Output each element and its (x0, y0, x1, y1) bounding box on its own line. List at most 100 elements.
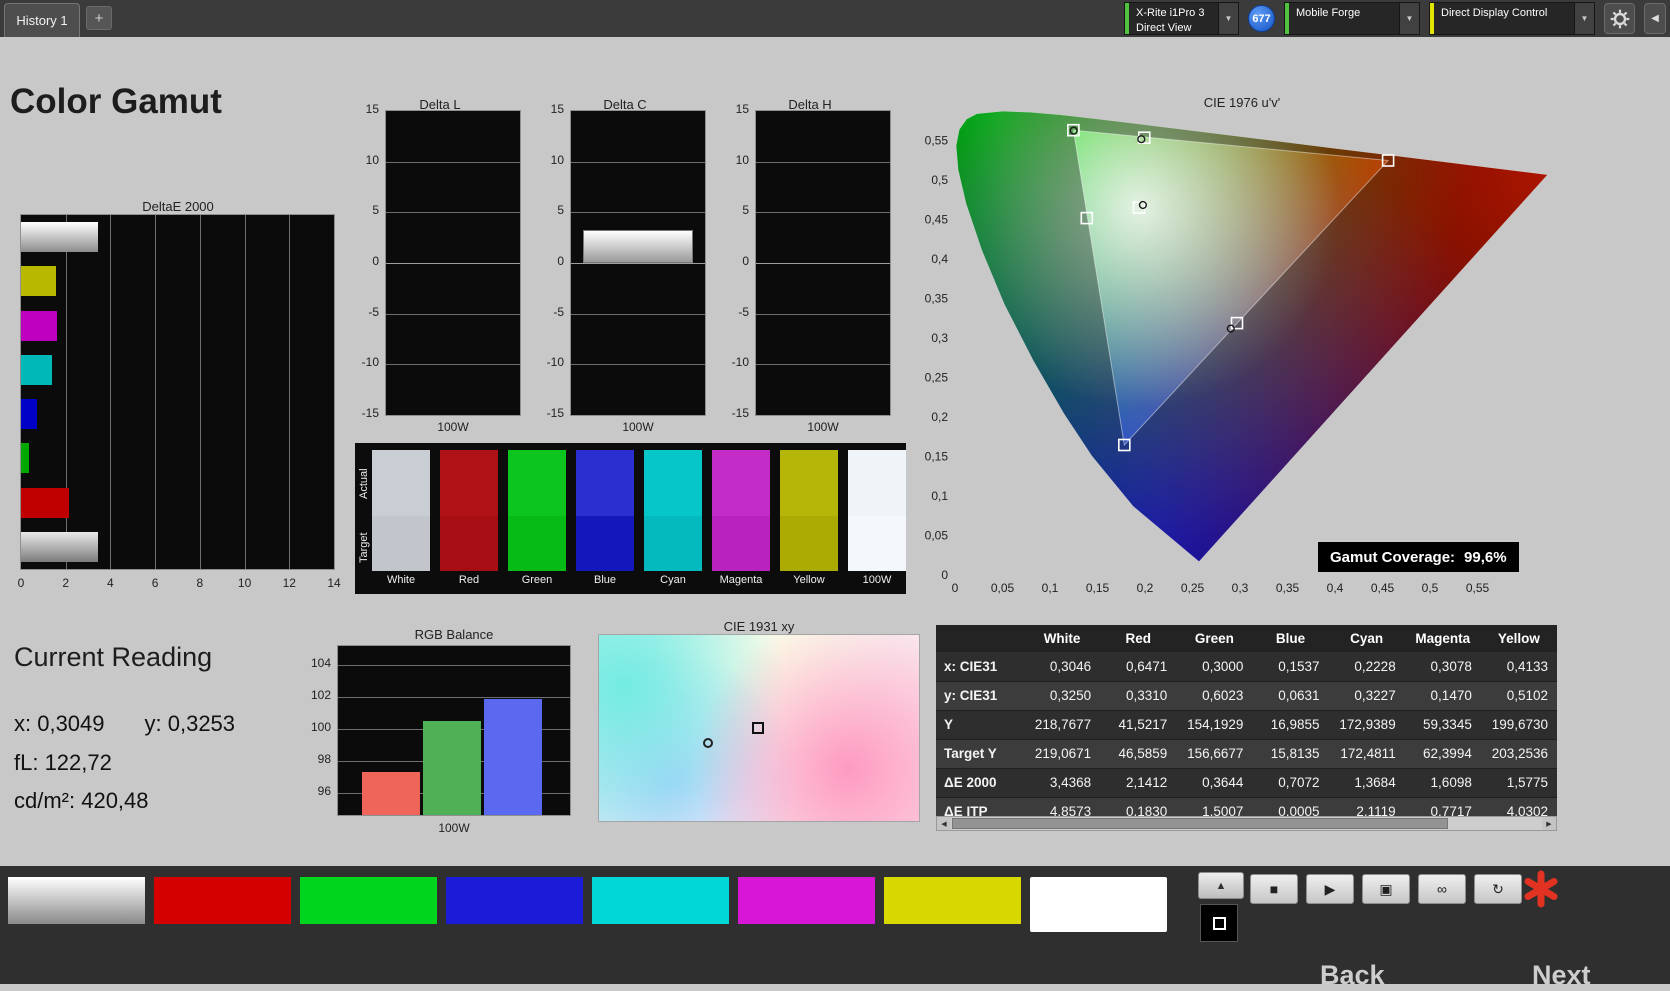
swatch-label: Blue (593, 574, 617, 586)
cell-value: 0,3046 (1024, 652, 1101, 682)
settings-button[interactable] (1604, 3, 1635, 34)
bar-blue (21, 399, 37, 430)
swatch-column-cyan: Cyan (644, 450, 702, 586)
axis-tick: 96 (317, 783, 331, 798)
patch-swatch-green[interactable] (300, 877, 437, 924)
current-reading-title: Current Reading (14, 642, 213, 672)
chevron-down-icon[interactable]: ▼ (1574, 3, 1594, 34)
target-swatch (848, 516, 906, 571)
gridline (571, 161, 705, 163)
patch-window-button[interactable] (1200, 904, 1238, 942)
cell-value: 0,6471 (1100, 652, 1177, 682)
row-label: Target Y (936, 739, 1024, 769)
gridline (756, 313, 890, 315)
patch-swatch-blue[interactable] (446, 877, 583, 924)
target-swatch (644, 516, 702, 571)
axis-tick: 10 (365, 152, 379, 167)
stop-button[interactable]: ■ (1250, 874, 1298, 904)
meter-dropdown[interactable]: X-Rite i1Pro 3 Direct View ▼ (1124, 2, 1239, 35)
actual-swatch (576, 450, 634, 516)
actual-swatch (508, 450, 566, 516)
gridline (571, 364, 705, 366)
chevron-down-icon[interactable]: ▼ (1218, 3, 1238, 34)
gridline (571, 212, 705, 214)
next-button[interactable]: Next (1532, 960, 1591, 991)
gridline (571, 263, 705, 264)
display-control-dropdown[interactable]: Direct Display Control ▼ (1429, 2, 1595, 35)
cell-value: 154,1929 (1176, 710, 1253, 740)
loop-button[interactable]: ∞ (1418, 874, 1466, 904)
table-scrollbar[interactable]: ◀ ▶ (936, 816, 1557, 831)
main-content: Color Gamut DeltaE 2000 Delta L Delta C … (0, 0, 1670, 984)
swatch-columns: White Red Green Blue Cyan Magenta Yellow 100W (372, 450, 906, 586)
cie1931-marker-circle (702, 737, 713, 748)
delta-l-chart (385, 110, 521, 416)
cie1976-panel: 0,55 0,5 0,45 0,4 0,35 0,3 0,25 0,2 0,15 0,1 0,05 0… (920, 80, 1565, 605)
table-row: y: CIE31 0,3250 0,3310 0,6023 0,0631 0,3227 0,… (936, 681, 1557, 711)
scroll-left-icon[interactable]: ◀ (937, 817, 951, 830)
tab-history[interactable]: History 1 (4, 3, 80, 37)
meter-count-badge[interactable]: 677 (1248, 5, 1275, 32)
target-swatch (440, 516, 498, 571)
axis-tick: 0,45 (1371, 581, 1395, 595)
collapse-panel-button[interactable]: ◀ (1644, 3, 1666, 34)
cie1931-panel (598, 634, 920, 822)
axis-tick: 4 (107, 576, 114, 590)
save-button[interactable]: ▣ (1362, 874, 1410, 904)
cell-value: 0,3227 (1328, 681, 1405, 711)
cell-value: 62,3994 (1404, 739, 1481, 769)
gridline (244, 215, 246, 569)
cell-value: 172,4811 (1328, 739, 1405, 769)
delta-c-chart (570, 110, 706, 416)
patch-swatch-gray[interactable] (8, 877, 145, 924)
actual-target-swatches: Actual Target White Red Green Blue Cyan Magen… (355, 443, 906, 594)
cell-value: 1,5775 (1480, 768, 1557, 798)
scrollbar-track[interactable] (951, 817, 1542, 830)
axis-tick: 0,25 (1181, 581, 1205, 595)
cell-value: 3,4368 (1024, 768, 1101, 798)
axis-tick: 8 (196, 576, 204, 590)
play-button[interactable]: ▶ (1306, 874, 1354, 904)
scroll-right-icon[interactable]: ▶ (1542, 817, 1556, 830)
table-row: ΔE ITP 4,8573 0,1830 1,5007 0,0005 2,1119 0,77… (936, 797, 1557, 816)
target-swatch (372, 516, 430, 571)
patch-swatch-yellow[interactable] (884, 877, 1021, 924)
chevron-down-icon[interactable]: ▼ (1399, 3, 1419, 34)
axis-tick: 15 (735, 102, 749, 116)
column-header: White (1024, 625, 1101, 652)
patch-swatch-red[interactable] (154, 877, 291, 924)
eject-button[interactable]: ▲ (1198, 872, 1244, 899)
swatch-column-100w: 100W (848, 450, 906, 586)
cell-value: 0,3000 (1176, 652, 1253, 682)
axis-tick: 6 (151, 576, 159, 590)
gridline (386, 364, 520, 366)
actual-swatch (644, 450, 702, 516)
axis-tick: -5 (368, 304, 379, 319)
gridline (756, 212, 890, 214)
patch-window-icon (1212, 916, 1226, 930)
meter-line2: Direct View (1136, 21, 1192, 34)
axis-tick: 100 (310, 719, 331, 734)
cell-value: 0,1830 (1100, 797, 1177, 816)
patch-swatch-cyan[interactable] (592, 877, 729, 924)
scrollbar-thumb[interactable] (952, 818, 1449, 829)
row-label: Y (936, 710, 1024, 740)
cie1976-diagram: 0,55 0,5 0,45 0,4 0,35 0,3 0,25 0,2 0,15 0,1 0,05 0… (925, 111, 1548, 595)
axis-tick: 102 (310, 688, 331, 702)
gridline (756, 161, 890, 163)
reading-fl: fL: 122,72 (14, 750, 112, 775)
delta-h-xlabel: 100W (807, 420, 839, 434)
table-row: Target Y 219,0671 46,5859 156,6677 15,8135 17… (936, 739, 1557, 769)
gridline (386, 313, 520, 315)
gridline (756, 364, 890, 366)
bar-yellow (21, 266, 57, 297)
add-history-button[interactable]: + (86, 6, 112, 30)
alert-asterisk[interactable] (1520, 868, 1562, 915)
refresh-button[interactable]: ↻ (1474, 874, 1522, 904)
patch-swatch-magenta[interactable] (738, 877, 875, 924)
patch-swatch-white[interactable] (1030, 877, 1167, 932)
axis-tick: -5 (553, 304, 564, 319)
axis-tick: 0,4 (1327, 581, 1344, 595)
back-button[interactable]: Back (1320, 960, 1385, 991)
source-dropdown[interactable]: Mobile Forge ▼ (1284, 2, 1420, 35)
